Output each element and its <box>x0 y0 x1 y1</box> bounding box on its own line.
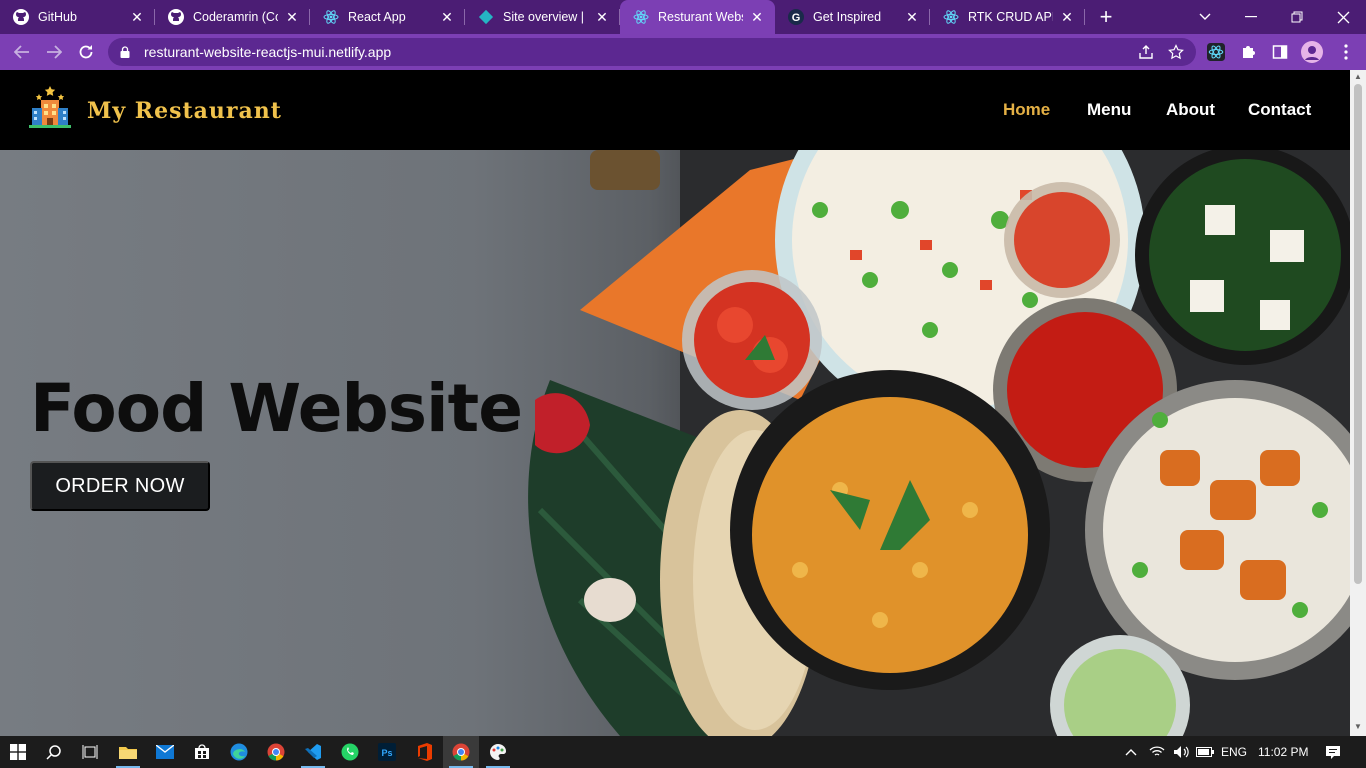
edge-icon[interactable] <box>221 736 257 768</box>
restore-icon[interactable] <box>1274 0 1320 34</box>
food-dishes-image <box>528 150 1350 736</box>
site-brand-name[interactable]: My Restaurant <box>87 98 282 124</box>
react-devtools-icon[interactable] <box>1205 41 1227 63</box>
tab-search-chevron-icon[interactable] <box>1182 0 1228 34</box>
tab-label: Get Inspired <box>813 10 882 24</box>
tab-label: RTK CRUD APP <box>968 10 1053 24</box>
close-icon[interactable]: ✕ <box>439 9 455 25</box>
tab-github[interactable]: GitHub ✕ <box>0 0 155 34</box>
vscode-icon[interactable] <box>295 736 331 768</box>
svg-text:G: G <box>792 12 801 24</box>
react-icon <box>322 8 340 26</box>
svg-text:Ps: Ps <box>381 748 392 758</box>
new-tab-button[interactable]: + <box>1089 0 1123 34</box>
tab-separator <box>1084 9 1085 25</box>
browser-menu-icon[interactable] <box>1335 41 1357 63</box>
close-icon[interactable]: ✕ <box>904 9 920 25</box>
office-icon[interactable] <box>406 736 442 768</box>
mail-icon[interactable] <box>147 736 183 768</box>
scroll-thumb[interactable] <box>1354 84 1362 584</box>
tab-label: React App <box>348 10 406 24</box>
page-scrollbar[interactable]: ▲ ▼ <box>1350 70 1366 736</box>
tab-get-inspired[interactable]: G Get Inspired ✕ <box>775 0 930 34</box>
minimize-icon[interactable] <box>1228 0 1274 34</box>
close-icon[interactable]: ✕ <box>284 9 300 25</box>
tab-label: GitHub <box>38 10 77 24</box>
whatsapp-icon[interactable] <box>332 736 368 768</box>
search-icon[interactable] <box>36 736 72 768</box>
tab-resturant-website[interactable]: Resturant Website ✕ <box>620 0 775 34</box>
github-icon <box>167 8 185 26</box>
show-hidden-icons-chevron-icon[interactable] <box>1114 736 1148 768</box>
react-icon <box>942 8 960 26</box>
task-view-icon[interactable] <box>72 736 108 768</box>
scroll-up-arrow-icon[interactable]: ▲ <box>1350 72 1366 84</box>
site-header: My Restaurant <box>0 70 1350 150</box>
tab-react-app[interactable]: React App ✕ <box>310 0 465 34</box>
lock-icon <box>120 46 132 58</box>
side-panel-icon[interactable] <box>1269 41 1291 63</box>
address-bar[interactable]: resturant-website-reactjs-mui.netlify.ap… <box>108 38 1196 66</box>
browser-tab-strip: GitHub ✕ Coderamrin (Coderamrin) ✕ React… <box>0 0 1366 34</box>
bookmark-star-icon[interactable] <box>1168 44 1184 63</box>
extensions-puzzle-icon[interactable] <box>1237 41 1259 63</box>
nav-link-home[interactable]: Home <box>1003 100 1050 120</box>
chrome-active-icon[interactable] <box>443 736 479 768</box>
nav-link-about[interactable]: About <box>1166 100 1215 120</box>
tab-label: Coderamrin (Coderamrin) <box>193 10 278 24</box>
restaurant-building-logo-icon[interactable] <box>26 84 74 132</box>
start-icon[interactable] <box>0 736 36 768</box>
back-arrow-icon[interactable] <box>6 36 38 68</box>
nav-link-menu[interactable]: Menu <box>1087 100 1131 120</box>
photoshop-icon[interactable]: Ps <box>369 736 405 768</box>
close-icon[interactable]: ✕ <box>1059 9 1075 25</box>
system-clock[interactable]: 11:02 PM <box>1258 745 1308 759</box>
tab-rtk-crud-app[interactable]: RTK CRUD APP ✕ <box>930 0 1085 34</box>
hero-section: Food Website ORDER NOW <box>0 150 1350 736</box>
close-icon[interactable]: ✕ <box>129 9 145 25</box>
share-icon[interactable] <box>1138 44 1154 63</box>
reload-icon[interactable] <box>70 36 102 68</box>
url-text: resturant-website-reactjs-mui.netlify.ap… <box>144 44 392 60</box>
battery-icon[interactable] <box>1192 736 1218 768</box>
hero-title: Food Website <box>30 370 523 447</box>
tab-coderamrin[interactable]: Coderamrin (Coderamrin) ✕ <box>155 0 310 34</box>
paint-icon[interactable] <box>480 736 516 768</box>
profile-avatar[interactable] <box>1301 41 1323 63</box>
nav-link-contact[interactable]: Contact <box>1248 100 1311 120</box>
volume-icon[interactable] <box>1168 736 1194 768</box>
scroll-down-arrow-icon[interactable]: ▼ <box>1350 722 1366 734</box>
windows-taskbar: Ps ENG 11:02 PM <box>0 736 1366 768</box>
forward-arrow-icon[interactable] <box>38 36 70 68</box>
github-icon <box>12 8 30 26</box>
close-window-icon[interactable] <box>1320 0 1366 34</box>
store-icon[interactable] <box>184 736 220 768</box>
tab-label: Site overview | in <box>503 10 588 24</box>
file-explorer-icon[interactable] <box>110 736 146 768</box>
chrome-icon[interactable] <box>258 736 294 768</box>
g-icon: G <box>787 8 805 26</box>
close-icon[interactable]: ✕ <box>594 9 610 25</box>
netlify-icon <box>477 8 495 26</box>
tab-site-overview[interactable]: Site overview | in ✕ <box>465 0 620 34</box>
order-now-button[interactable]: ORDER NOW <box>30 461 210 511</box>
react-icon <box>632 8 650 26</box>
close-icon[interactable]: ✕ <box>749 9 765 25</box>
input-language-indicator[interactable]: ENG <box>1221 745 1247 759</box>
tab-label: Resturant Website <box>658 10 743 24</box>
wifi-icon[interactable] <box>1144 736 1170 768</box>
browser-toolbar: resturant-website-reactjs-mui.netlify.ap… <box>0 34 1366 70</box>
notifications-icon[interactable] <box>1316 736 1350 768</box>
